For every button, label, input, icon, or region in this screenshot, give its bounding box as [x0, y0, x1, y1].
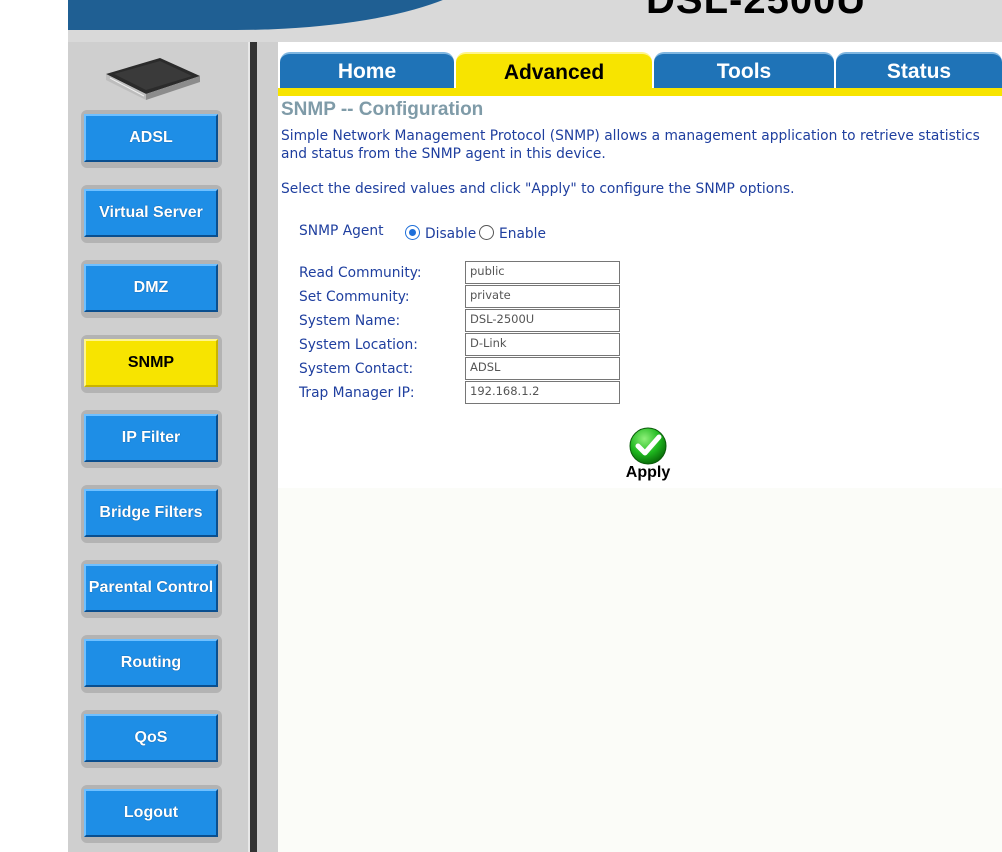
- content-empty-area: [278, 488, 1002, 852]
- tab-home[interactable]: Home: [280, 52, 454, 90]
- sidebar-item-label: SNMP: [84, 339, 218, 387]
- sidebar-divider: [248, 42, 257, 852]
- router-image: [106, 58, 200, 100]
- trap-manager-ip-label: Trap Manager IP:: [299, 385, 415, 401]
- system-location-label: System Location:: [299, 337, 418, 353]
- banner-swoosh: [68, 0, 488, 30]
- sidebar-item-bridge-filters[interactable]: Bridge Filters: [81, 485, 222, 543]
- apply-button[interactable]: Apply: [622, 426, 674, 486]
- page-description: Simple Network Management Protocol (SNMP…: [281, 128, 980, 162]
- sidebar-item-adsl[interactable]: ADSL: [81, 110, 222, 168]
- tab-tools[interactable]: Tools: [654, 52, 834, 90]
- sidebar-item-virtual-server[interactable]: Virtual Server: [81, 185, 222, 243]
- read-community-input[interactable]: public: [465, 261, 620, 284]
- sidebar-item-label: IP Filter: [84, 414, 218, 462]
- snmp-agent-enable-radio[interactable]: [479, 225, 494, 240]
- model-name: DSL-2500U: [646, 0, 867, 22]
- snmp-agent-disable-radio[interactable]: [405, 225, 420, 240]
- sidebar-item-label: ADSL: [84, 114, 218, 162]
- sidebar-item-label: Parental Control: [84, 564, 218, 612]
- system-contact-input[interactable]: ADSL: [465, 357, 620, 380]
- tabs-underline: [278, 88, 1002, 96]
- sidebar-item-label: Routing: [84, 639, 218, 687]
- set-community-label: Set Community:: [299, 289, 410, 305]
- sidebar-item-parental-control[interactable]: Parental Control: [81, 560, 222, 618]
- sidebar-item-ip-filter[interactable]: IP Filter: [81, 410, 222, 468]
- system-location-input[interactable]: D-Link: [465, 333, 620, 356]
- read-community-label: Read Community:: [299, 265, 422, 281]
- tab-status[interactable]: Status: [836, 52, 1002, 90]
- page-instruction: Select the desired values and click "App…: [281, 181, 795, 197]
- page-title: SNMP -- Configuration: [281, 99, 484, 120]
- system-name-input[interactable]: DSL-2500U: [465, 309, 620, 332]
- sidebar-item-logout[interactable]: Logout: [81, 785, 222, 843]
- sidebar-item-snmp[interactable]: SNMP: [81, 335, 222, 393]
- checkmark-icon: [629, 427, 667, 465]
- sidebar-item-routing[interactable]: Routing: [81, 635, 222, 693]
- snmp-agent-disable-label[interactable]: Disable: [425, 226, 476, 242]
- top-banner: DSL-2500U: [68, 0, 1002, 42]
- apply-label: Apply: [625, 464, 671, 481]
- sidebar-item-label: Bridge Filters: [84, 489, 218, 537]
- snmp-agent-enable-label[interactable]: Enable: [499, 226, 546, 242]
- sidebar-gutter: [257, 42, 278, 852]
- tab-advanced[interactable]: Advanced: [456, 52, 652, 92]
- sidebar-item-dmz[interactable]: DMZ: [81, 260, 222, 318]
- set-community-input[interactable]: private: [465, 285, 620, 308]
- system-contact-label: System Contact:: [299, 361, 414, 377]
- snmp-agent-label: SNMP Agent: [299, 223, 384, 239]
- sidebar-item-label: Logout: [84, 789, 218, 837]
- sidebar-item-label: Virtual Server: [84, 189, 218, 237]
- trap-manager-ip-input[interactable]: 192.168.1.2: [465, 381, 620, 404]
- sidebar-item-qos[interactable]: QoS: [81, 710, 222, 768]
- system-name-label: System Name:: [299, 313, 401, 329]
- sidebar-item-label: QoS: [84, 714, 218, 762]
- sidebar-item-label: DMZ: [84, 264, 218, 312]
